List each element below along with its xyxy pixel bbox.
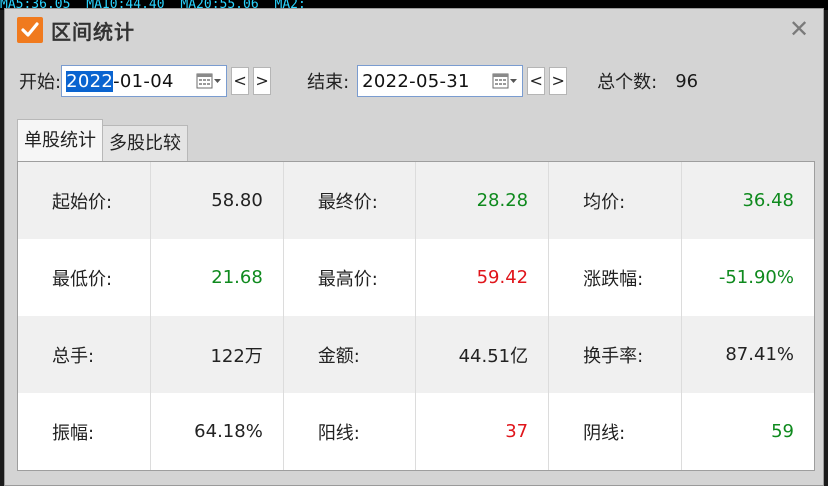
start-date-rest: -01-04 — [113, 70, 174, 92]
calendar-dropdown-icon[interactable] — [196, 72, 222, 90]
stat-value: 28.28 — [415, 162, 550, 239]
end-next-button[interactable]: > — [549, 67, 568, 95]
stat-label: 最低价: — [18, 239, 152, 316]
dialog-title: 区间统计 — [51, 19, 135, 44]
stat-value: 122万 — [150, 316, 284, 393]
stat-value: 37 — [415, 393, 550, 470]
date-range-toolbar: 开始: 2022 -01-04 < > 结束: 2022-05-31 < > 总个… — [5, 65, 823, 97]
stat-label: 金额: — [283, 316, 417, 393]
stat-value: 87.41% — [681, 316, 814, 393]
stat-value: 58.80 — [150, 162, 284, 239]
end-prev-button[interactable]: < — [527, 67, 546, 95]
stat-label: 起始价: — [18, 162, 152, 239]
start-date-input[interactable]: 2022 -01-04 — [61, 65, 228, 97]
stat-value: 36.48 — [681, 162, 814, 239]
stat-label: 最高价: — [283, 239, 417, 316]
stat-value: 64.18% — [150, 393, 284, 470]
stat-value: 21.68 — [150, 239, 284, 316]
dialog-titlebar[interactable]: 区间统计 ✕ — [5, 9, 823, 51]
tab-multi-stock-compare[interactable]: 多股比较 — [103, 125, 188, 161]
range-stats-dialog: 区间统计 ✕ 开始: 2022 -01-04 < > 结束: 2022-05-31… — [4, 8, 824, 486]
stat-label: 阳线: — [283, 393, 417, 470]
start-date-year-selected: 2022 — [66, 70, 114, 92]
stat-label: 总手: — [18, 316, 152, 393]
total-count-value: 96 — [675, 70, 699, 92]
table-row: 最低价: 21.68 最高价: 59.42 涨跌幅: -51.90% — [18, 239, 814, 316]
stat-label: 阴线: — [548, 393, 682, 470]
start-date-label: 开始: — [19, 72, 62, 93]
stat-label: 最终价: — [283, 162, 417, 239]
close-icon[interactable]: ✕ — [787, 17, 811, 41]
stat-value: 44.51亿 — [415, 316, 550, 393]
stat-label: 涨跌幅: — [548, 239, 682, 316]
stat-value: 59.42 — [415, 239, 550, 316]
stat-label: 换手率: — [548, 316, 682, 393]
end-date-label: 结束: — [307, 72, 350, 93]
start-prev-button[interactable]: < — [231, 67, 250, 95]
calendar-dropdown-icon[interactable] — [492, 72, 518, 90]
table-row: 总手: 122万 金额: 44.51亿 换手率: 87.41% — [18, 316, 814, 393]
stat-label: 振幅: — [18, 393, 152, 470]
tab-single-stock[interactable]: 单股统计 — [17, 119, 103, 161]
stats-grid: 起始价: 58.80 最终价: 28.28 均价: 36.48 最低价: 21.68 最高价: 5… — [17, 161, 815, 471]
start-next-button[interactable]: > — [253, 67, 272, 95]
checkmark-icon — [17, 17, 43, 43]
end-date-input[interactable]: 2022-05-31 — [357, 65, 524, 97]
total-count-label: 总个数: — [597, 72, 658, 93]
stat-label: 均价: — [548, 162, 682, 239]
table-row: 起始价: 58.80 最终价: 28.28 均价: 36.48 — [18, 162, 814, 239]
tab-bar: 单股统计 多股比较 — [17, 119, 188, 161]
stat-value: -51.90% — [681, 239, 814, 316]
table-row: 振幅: 64.18% 阳线: 37 阴线: 59 — [18, 393, 814, 470]
stat-value: 59 — [681, 393, 814, 470]
stats-table: 起始价: 58.80 最终价: 28.28 均价: 36.48 最低价: 21.68 最高价: 5… — [18, 162, 814, 470]
end-date-value: 2022-05-31 — [362, 70, 470, 92]
